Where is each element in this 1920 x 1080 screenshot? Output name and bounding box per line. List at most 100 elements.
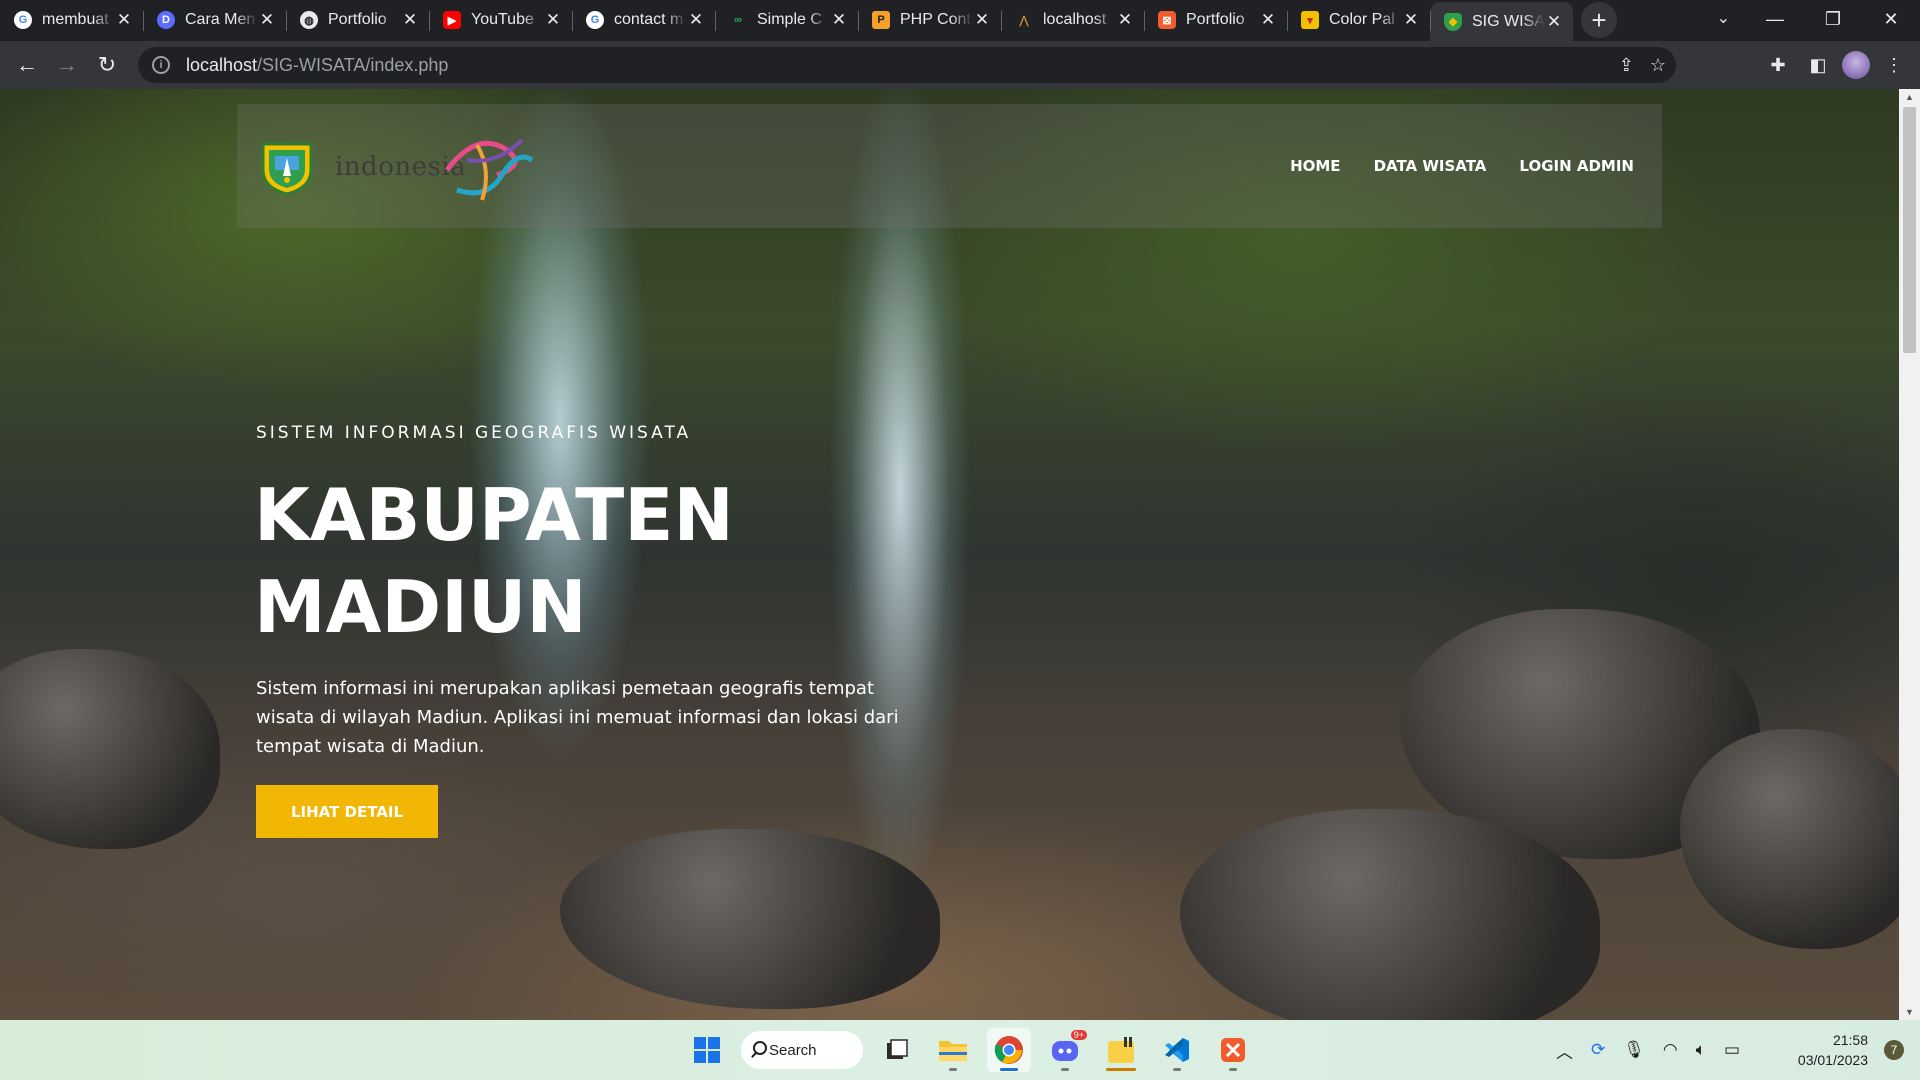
battery-icon[interactable]: ▭: [1724, 1040, 1740, 1060]
xampp-icon: ⋀: [1019, 14, 1029, 27]
wifi-icon[interactable]: ◠: [1663, 1040, 1678, 1060]
browser-tab[interactable]: ∞ Simple C ✕: [715, 2, 858, 38]
running-indicator: [949, 1068, 957, 1071]
microphone-icon[interactable]: 🎙︎: [1623, 1040, 1645, 1060]
address-bar[interactable]: i localhost/SIG-WISATA/index.php ⇪ ☆: [138, 47, 1676, 83]
site-navbar: indonesia HOME DATA WISATA LOGIN ADMIN: [237, 104, 1662, 228]
cara-icon: D: [157, 11, 175, 29]
nav-data-wisata[interactable]: DATA WISATA: [1374, 157, 1487, 175]
close-icon[interactable]: ✕: [115, 10, 133, 30]
xampp-taskbar-icon[interactable]: [1211, 1028, 1255, 1072]
close-icon[interactable]: ✕: [973, 10, 991, 30]
hero-subtitle: SISTEM INFORMASI GEOGRAFIS WISATA: [256, 423, 692, 443]
discord-badge: 9+: [1070, 1030, 1087, 1040]
browser-tab[interactable]: Gcontact m ✕: [572, 2, 715, 38]
browser-tab[interactable]: Gmembuat ✕: [0, 2, 143, 38]
madiun-emblem-icon[interactable]: [257, 136, 317, 196]
sync-icon[interactable]: ⟳: [1591, 1040, 1605, 1060]
google-icon: G: [586, 11, 604, 29]
main-menu: HOME DATA WISATA LOGIN ADMIN: [1290, 104, 1634, 228]
close-icon[interactable]: ✕: [401, 10, 419, 30]
scroll-down-arrow-icon[interactable]: ▼: [1899, 1004, 1920, 1020]
shield-icon: ◆: [1444, 12, 1462, 31]
background-rock: [560, 829, 940, 1009]
url-path: /SIG-WISATA/index.php: [257, 54, 449, 75]
palette-icon: ▾: [1301, 11, 1319, 29]
running-indicator: [1106, 1068, 1136, 1071]
background-rock: [1680, 729, 1899, 949]
notification-count-badge[interactable]: 7: [1884, 1040, 1904, 1060]
taskbar-search-label: Search: [769, 1041, 817, 1059]
taskbar-search[interactable]: Search: [741, 1031, 863, 1069]
window-close-icon[interactable]: ✕: [1862, 0, 1920, 38]
player-app-icon[interactable]: [1099, 1028, 1143, 1072]
close-icon[interactable]: ✕: [1116, 10, 1134, 30]
clock-date: 03/01/2023: [1797, 1052, 1868, 1068]
hero-title-line1: KABUPATEN: [254, 473, 734, 557]
close-icon[interactable]: ✕: [830, 10, 848, 30]
site-info-icon[interactable]: i: [152, 56, 170, 74]
extensions-puzzle-icon[interactable]: ✚: [1762, 45, 1794, 85]
running-indicator: [1173, 1068, 1181, 1071]
portfolio-icon: ⊠: [1158, 11, 1176, 29]
close-icon[interactable]: ✕: [1402, 10, 1420, 30]
system-tray: ︿ ⟳ 🎙︎ ◠ 🔈︎ ▭: [1556, 1020, 1740, 1080]
scroll-up-arrow-icon[interactable]: ▲: [1899, 89, 1920, 105]
restore-icon[interactable]: ❐: [1804, 0, 1862, 38]
forward-arrow-icon[interactable]: →: [47, 45, 87, 85]
page-hero-background: indonesia HOME DATA WISATA LOGIN ADMIN S…: [0, 89, 1899, 1020]
share-icon[interactable]: ⇪: [1619, 55, 1634, 76]
browser-tab[interactable]: D Cara Men ✕: [143, 2, 286, 38]
nav-home[interactable]: HOME: [1290, 157, 1340, 175]
hero-title-line2: MADIUN: [254, 565, 587, 649]
tab-search-chevron-icon[interactable]: ⌄: [1717, 8, 1730, 28]
browser-menu-icon[interactable]: ⋮: [1878, 45, 1910, 85]
browser-toolbar: ← → ↻ i localhost/SIG-WISATA/index.php ⇪…: [0, 41, 1920, 89]
taskbar-clock[interactable]: 21:58 03/01/2023: [1798, 1030, 1868, 1070]
file-explorer-icon[interactable]: [931, 1028, 975, 1072]
close-icon[interactable]: ✕: [687, 10, 705, 30]
browser-tab[interactable]: ◍ Portfolio ✕: [286, 2, 429, 38]
browser-tab-active[interactable]: ◆ SIG WISA ✕: [1430, 2, 1573, 41]
volume-icon[interactable]: 🔈︎: [1696, 1040, 1706, 1060]
task-view-icon[interactable]: [875, 1028, 919, 1072]
discord-icon[interactable]: 9+: [1043, 1028, 1087, 1072]
scrollbar-thumb[interactable]: [1903, 107, 1916, 353]
chevron-up-icon[interactable]: ︿: [1556, 1038, 1573, 1063]
wonderful-indonesia-swirl-icon: [445, 138, 534, 201]
google-icon: G: [14, 11, 32, 29]
browser-tab[interactable]: ▶ YouTube ✕: [429, 2, 572, 38]
side-panel-icon[interactable]: ◧: [1802, 45, 1834, 85]
page-scrollbar[interactable]: ▲ ▼: [1899, 89, 1920, 1020]
running-indicator: [1061, 1068, 1069, 1071]
clock-time: 21:58: [1832, 1032, 1868, 1048]
profile-avatar[interactable]: [1842, 51, 1870, 79]
minimize-icon[interactable]: —: [1746, 0, 1804, 38]
codeigniter-icon: ∞: [734, 14, 742, 26]
browser-tab[interactable]: ▾ Color Pal ✕: [1287, 2, 1430, 38]
window-controls: — ❐ ✕: [1746, 0, 1920, 38]
lihat-detail-button[interactable]: LIHAT DETAIL: [256, 785, 438, 838]
nav-login-admin[interactable]: LOGIN ADMIN: [1519, 157, 1634, 175]
new-tab-button[interactable]: +: [1581, 2, 1617, 38]
start-windows-icon[interactable]: [685, 1028, 729, 1072]
close-icon[interactable]: ✕: [1545, 12, 1563, 32]
vscode-icon[interactable]: [1155, 1028, 1199, 1072]
youtube-icon: ▶: [443, 11, 461, 29]
close-icon[interactable]: ✕: [544, 10, 562, 30]
hero-title: KABUPATEN MADIUN: [254, 469, 954, 653]
reload-icon[interactable]: ↻: [87, 45, 127, 85]
globe-icon: ◍: [300, 11, 318, 29]
browser-tab[interactable]: P PHP Cont ✕: [858, 2, 1001, 38]
close-icon[interactable]: ✕: [258, 10, 276, 30]
browser-tab[interactable]: ⊠ Portfolio ✕: [1144, 2, 1287, 38]
search-icon: [753, 1041, 767, 1055]
chrome-icon[interactable]: [987, 1028, 1031, 1072]
running-indicator: [1229, 1068, 1237, 1071]
tab-strip: Gmembuat ✕ D Cara Men ✕ ◍ Portfolio ✕ ▶ YouTub…: [0, 0, 1920, 41]
bookmark-star-icon[interactable]: ☆: [1650, 55, 1666, 76]
close-icon[interactable]: ✕: [1259, 10, 1277, 30]
back-arrow-icon[interactable]: ←: [7, 45, 47, 85]
browser-tab[interactable]: ⋀ localhost ✕: [1001, 2, 1144, 38]
windows-taskbar: Search 9+ ︿ ⟳ 🎙︎ ◠ 🔈︎ ▭ 21:58 03/01/2023…: [0, 1020, 1920, 1080]
